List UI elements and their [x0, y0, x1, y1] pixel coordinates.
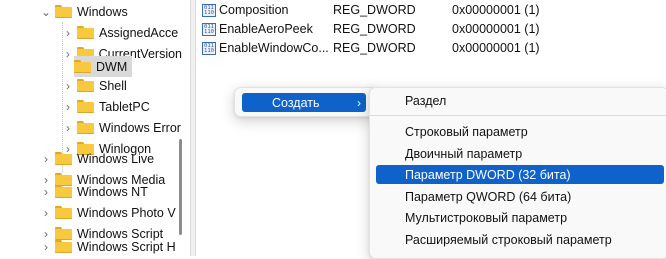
menu-item-string-value[interactable]: Строковый параметр — [376, 122, 664, 141]
value-name: EnableWindowCo... — [219, 41, 329, 55]
chevron-down-icon[interactable]: ⌄ — [40, 1, 52, 22]
value-row[interactable]: 011 110 EnableAeroPeek REG_DWORD 0x00000… — [196, 20, 666, 38]
folder-icon — [74, 60, 91, 73]
menu-item-label: Создать — [272, 95, 320, 110]
tree-item-label: DWM — [96, 59, 128, 74]
value-data: 0x00000001 (1) — [452, 22, 540, 36]
create-submenu: Раздел Строковый параметр Двоичный парам… — [369, 87, 666, 259]
tree-item-shell[interactable]: › Shell — [62, 75, 182, 96]
value-row[interactable]: 011 110 EnableWindowCo... REG_DWORD 0x00… — [196, 39, 666, 57]
menu-item-label: Расширяемый строковый параметр — [405, 232, 612, 247]
tree-item-label: Windows Error — [99, 120, 181, 135]
tree-item-tabletpc[interactable]: › TabletPC — [62, 96, 182, 117]
menu-item-key[interactable]: Раздел — [376, 91, 664, 110]
chevron-right-icon: › — [357, 95, 361, 110]
folder-icon — [77, 100, 94, 113]
value-type: REG_DWORD — [333, 22, 416, 36]
tree-item-label: Shell — [99, 78, 127, 93]
menu-item-binary-value[interactable]: Двоичный параметр — [376, 144, 664, 163]
chevron-right-icon[interactable]: › — [40, 181, 52, 202]
chevron-right-icon[interactable]: › — [62, 96, 74, 117]
menu-item-qword-value[interactable]: Параметр QWORD (64 бита) — [376, 187, 664, 206]
folder-icon — [55, 206, 72, 219]
value-type: REG_DWORD — [333, 3, 416, 17]
value-name: Composition — [219, 3, 289, 17]
value-type: REG_DWORD — [333, 41, 416, 55]
tree-item-label: Windows NT — [77, 184, 148, 199]
menu-item-label: Мультистроковый параметр — [405, 210, 568, 225]
menu-separator — [370, 115, 666, 116]
tree-item-label: TabletPC — [99, 99, 150, 114]
tree-item-dwm[interactable]: DWM — [74, 56, 132, 77]
value-row[interactable]: 011 110 Composition REG_DWORD 0x00000001… — [196, 1, 666, 19]
tree-item-label: Windows — [77, 4, 128, 19]
tree-item-label: Windows Photo V — [77, 205, 176, 220]
tree-item-label: AssignedAcce — [99, 25, 179, 40]
chevron-right-icon[interactable]: › — [40, 236, 52, 256]
tree-item-windows-script-host[interactable]: › Windows Script H — [40, 236, 180, 256]
folder-icon — [77, 26, 94, 39]
menu-item-dword-value[interactable]: Параметр DWORD (32 бита) — [376, 165, 664, 184]
chevron-right-icon[interactable]: › — [62, 75, 74, 96]
reg-binary-value-icon: 011 110 — [202, 41, 216, 55]
chevron-right-icon[interactable]: › — [40, 148, 52, 169]
chevron-right-icon[interactable]: › — [40, 202, 52, 223]
folder-icon — [55, 5, 72, 18]
folder-icon — [77, 79, 94, 92]
value-data: 0x00000001 (1) — [452, 3, 540, 17]
registry-tree[interactable]: ⌄ Windows › AssignedAcce › CurrentVersio… — [0, 0, 190, 256]
reg-binary-value-icon: 011 110 — [202, 22, 216, 36]
menu-item-label: Параметр QWORD (64 бита) — [405, 189, 572, 204]
menu-item-create[interactable]: Создать › — [242, 93, 366, 112]
context-menu: Создать › — [234, 87, 378, 117]
menu-item-label: Строковый параметр — [405, 124, 528, 139]
tree-item-windows-error[interactable]: › Windows Error — [62, 117, 182, 138]
folder-icon — [77, 121, 94, 134]
value-name: EnableAeroPeek — [219, 22, 313, 36]
tree-scrollbar[interactable] — [177, 0, 184, 256]
chevron-right-icon[interactable]: › — [62, 22, 74, 43]
scrollbar-thumb[interactable] — [179, 139, 182, 235]
chevron-right-icon[interactable]: › — [62, 117, 74, 138]
menu-item-expandable-string-value[interactable]: Расширяемый строковый параметр — [376, 230, 664, 249]
tree-item-windows-live[interactable]: › Windows Live — [40, 148, 180, 169]
folder-icon — [55, 185, 72, 198]
tree-item-label: Windows Live — [77, 151, 155, 166]
folder-icon — [55, 152, 72, 165]
menu-item-multi-string-value[interactable]: Мультистроковый параметр — [376, 208, 664, 227]
menu-item-label: Двоичный параметр — [405, 146, 523, 161]
tree-item-windows-photo-viewer[interactable]: › Windows Photo V — [40, 202, 180, 223]
menu-item-label: Раздел — [405, 93, 447, 108]
tree-item-windows-nt[interactable]: › Windows NT — [40, 181, 180, 202]
menu-item-label: Параметр DWORD (32 бита) — [405, 167, 571, 182]
chevron-right-icon[interactable]: › — [62, 43, 74, 64]
tree-item-label: Windows Script H — [77, 239, 176, 254]
folder-icon — [55, 240, 72, 253]
tree-item-assignedaccess[interactable]: › AssignedAcce — [62, 22, 182, 43]
tree-item-windows[interactable]: ⌄ Windows — [40, 1, 180, 22]
value-data: 0x00000001 (1) — [452, 41, 540, 55]
reg-binary-value-icon: 011 110 — [202, 3, 216, 17]
